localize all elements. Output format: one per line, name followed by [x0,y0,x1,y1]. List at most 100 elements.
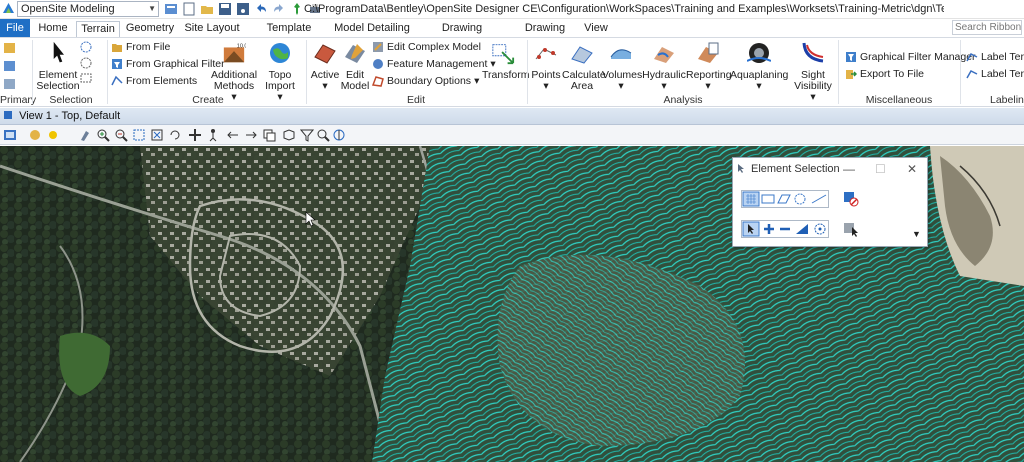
clear-selection-icon[interactable] [843,191,859,207]
select-circle-button[interactable] [792,191,808,207]
label-terrain-button[interactable]: Label Terrain [966,51,1024,63]
label-terrain-label-2: Label Terrain [981,68,1024,80]
volumes-button[interactable]: Volumes ▾ [602,41,642,92]
group-label-analysis: Analysis [663,94,703,106]
zoom-in-icon[interactable] [96,128,110,142]
ribbon-panel: Primary Element Selection Selection From… [0,37,1024,107]
select-shape-button[interactable] [776,191,792,207]
edit-model-button[interactable]: Edit Model [340,41,370,92]
graphical-filter-manager-button[interactable]: Graphical Filter Manager [845,51,976,63]
minimize-icon[interactable]: — [843,158,855,180]
calculate-area-button[interactable]: Calculate Area [562,41,606,92]
fit-view-icon[interactable] [150,128,164,142]
tab-geometry[interactable]: Geometry [125,21,175,37]
select-line-button[interactable] [808,191,828,207]
mode-add-button[interactable] [760,221,776,237]
active-button[interactable]: Active ▾ [310,41,340,92]
view-title-bar: View 1 - Top, Default [0,108,1024,125]
feature-management-button[interactable]: Feature Management ▾ [372,58,496,70]
tab-template-modeling[interactable]: Template Modeling [248,21,330,49]
undo-icon[interactable] [254,2,268,16]
workspace-dropdown[interactable]: OpenSite Modeling ▼ [17,1,159,17]
points-button[interactable]: Points ▾ [530,41,562,92]
view-attributes-icon[interactable] [3,128,17,142]
window-title: C:\ProgramData\Bentley\OpenSite Designer… [304,3,944,15]
maximize-icon[interactable]: ☐ [875,158,886,180]
reporting-button[interactable]: Reporting ▾ [686,41,732,92]
tab-terrain[interactable]: Terrain [76,21,120,37]
selection-mode-icons[interactable] [79,41,93,85]
rotate-view-icon[interactable] [168,128,182,142]
divider [32,40,33,104]
tab-site-layout[interactable]: Site Layout [182,21,242,37]
select-block-button[interactable] [760,191,776,207]
select-individual-button[interactable] [742,191,760,207]
calculate-area-label-2: Area [570,80,594,92]
map-viewport[interactable]: Element Selection — ☐ ✕ ▼ [0,146,1024,462]
from-file-button[interactable]: From File [111,41,170,53]
search-view-icon[interactable] [316,128,330,142]
copy-view-icon[interactable] [262,128,276,142]
transform-button[interactable]: Transform [482,41,530,81]
walk-icon[interactable] [206,128,220,142]
measure-icon[interactable] [332,128,346,142]
display-style-icon[interactable] [28,128,42,142]
from-graphical-filter-button[interactable]: From Graphical Filter [111,58,225,70]
tab-file[interactable]: File [0,19,30,37]
feature-management-icon [373,59,383,69]
edit-model-label-2: Model [340,80,370,92]
label-terrain-button-2[interactable]: Label Terrain [966,68,1024,80]
filter-manager-icon [846,52,856,62]
transform-label: Transform [482,69,530,81]
mode-new-button[interactable] [742,221,760,237]
hydraulic-button[interactable]: Hydraulic ▾ [642,41,686,92]
expand-dialog-icon[interactable]: ▼ [912,229,921,239]
pin-icon[interactable] [290,2,304,16]
window-area-icon[interactable] [132,128,146,142]
chevron-down-icon: ▾ [661,80,667,92]
pan-view-icon[interactable] [188,128,202,142]
tab-drawing-production[interactable]: Drawing Production [416,21,508,49]
view-next-icon[interactable] [244,128,258,142]
edit-complex-model-label: Edit Complex Model [387,41,481,53]
export-to-file-button[interactable]: Export To File [845,68,924,80]
close-icon[interactable]: ✕ [907,158,917,180]
tab-drawing[interactable]: Drawing [523,21,567,37]
mode-select-all-button[interactable] [810,221,828,237]
tab-home[interactable]: Home [34,21,72,37]
open-file-icon[interactable] [200,2,214,16]
chevron-down-icon: ▼ [148,4,156,13]
edit-model-icon [345,44,365,63]
properties-icon[interactable] [164,2,178,16]
aquaplaning-button[interactable]: Aquaplaning ▾ [730,41,788,92]
mode-subtract-button[interactable] [776,221,792,237]
chevron-down-icon: ▾ [756,80,762,92]
element-selection-label-2: Selection [36,80,80,92]
new-file-icon[interactable] [182,2,196,16]
edit-complex-model-button[interactable]: Edit Complex Model [372,41,481,53]
redo-icon[interactable] [272,2,286,16]
from-elements-button[interactable]: From Elements [111,75,197,87]
boundary-options-button[interactable]: Boundary Options ▾ [372,75,479,87]
lighting-icon[interactable] [46,128,60,142]
view-title: View 1 - Top, Default [19,110,121,122]
clip-volume-icon[interactable] [282,128,296,142]
tab-model-detailing[interactable]: Model Detailing [334,21,410,37]
group-label-miscellaneous: Miscellaneous [865,94,933,106]
complex-model-icon [373,42,383,52]
save-icon[interactable] [218,2,232,16]
search-ribbon-input[interactable]: Search Ribbon (F4) [952,20,1022,35]
brush-icon[interactable] [78,128,92,142]
save-settings-icon[interactable] [236,2,250,16]
view-toolbar [0,125,1024,145]
zoom-out-icon[interactable] [114,128,128,142]
primary-tools-icon[interactable] [3,41,17,93]
mode-invert-button[interactable] [792,221,810,237]
filter-view-icon[interactable] [300,128,314,142]
tab-view[interactable]: View [579,21,613,37]
view-previous-icon[interactable] [226,128,240,142]
element-selection-button[interactable]: Element Selection [36,41,80,92]
filter-icon [112,59,122,69]
dialog-title-bar[interactable]: Element Selection — ☐ ✕ [733,158,927,180]
select-preferences-icon[interactable] [843,221,859,237]
